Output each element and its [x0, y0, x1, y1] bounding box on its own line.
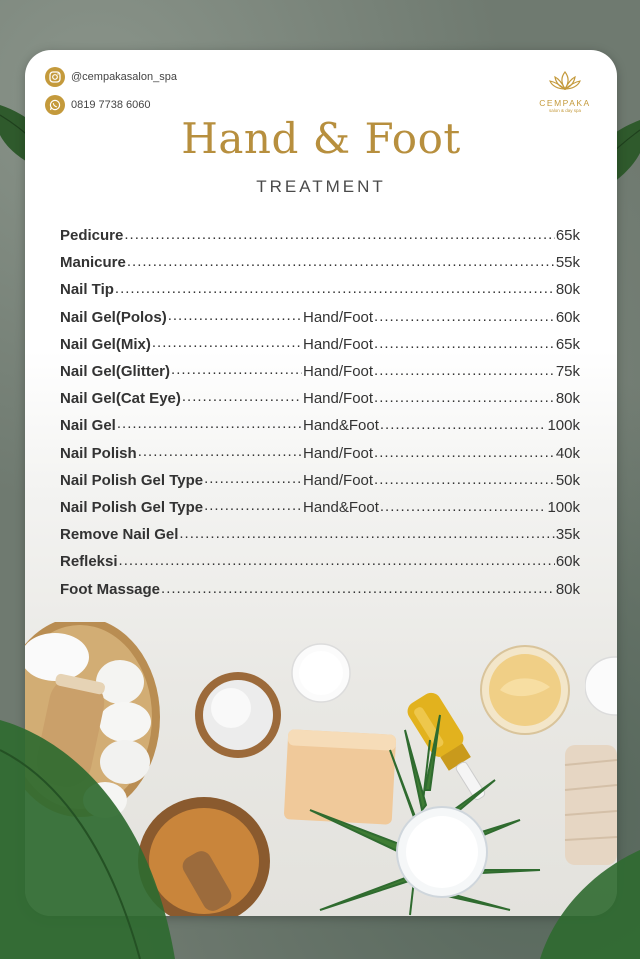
treatment-price: 65k	[555, 227, 580, 245]
treatment-price: 80k	[555, 281, 580, 299]
menu-row-refleksi: Refleksi 60k	[60, 548, 580, 575]
dot-leader	[117, 417, 302, 432]
treatment-price: 75k	[555, 363, 580, 381]
treatment-price: 35k	[555, 526, 580, 544]
page-subtitle: TREATMENT	[256, 177, 386, 196]
menu-row-nail-gel-mix: Nail Gel(Mix) Hand/Foot 65k	[60, 331, 580, 358]
leaf-bottom-right-decoration	[540, 850, 640, 959]
dot-leader	[168, 309, 302, 324]
treatment-type: Hand/Foot	[303, 471, 374, 489]
dot-leader	[119, 554, 555, 569]
menu-row-nail-polish-gel-type-both: Nail Polish Gel Type Hand&Foot 100k	[60, 494, 580, 521]
dot-leader	[115, 282, 555, 297]
treatment-name: Nail Gel(Glitter)	[60, 363, 171, 381]
treatment-type: Hand/Foot	[303, 363, 374, 381]
treatment-type: Hand/Foot	[303, 444, 374, 462]
treatment-price: 60k	[555, 308, 580, 326]
dot-leader	[152, 336, 302, 351]
dot-leader	[374, 310, 555, 325]
menu-row-nail-gel-glitter: Nail Gel(Glitter) Hand/Foot 75k	[60, 358, 580, 385]
dot-leader	[124, 228, 554, 243]
treatment-name: Nail Polish Gel Type	[60, 498, 204, 516]
menu-row-nail-polish-gel-type-single: Nail Polish Gel Type Hand/Foot 50k	[60, 467, 580, 494]
instagram-contact[interactable]: @cempakasalon_spa	[45, 67, 177, 87]
treatment-price: 55k	[555, 254, 580, 272]
dot-leader	[380, 418, 547, 433]
menu-row-remove-nail-gel: Remove Nail Gel 35k	[60, 521, 580, 548]
menu-row-pedicure: Pedicure 65k	[60, 222, 580, 249]
treatment-price: 50k	[555, 471, 580, 489]
treatment-price: 60k	[555, 553, 580, 571]
treatment-name: Nail Tip	[60, 281, 114, 299]
menu-row-nail-polish: Nail Polish Hand/Foot 40k	[60, 440, 580, 467]
treatment-type: Hand/Foot	[303, 390, 374, 408]
treatment-price: 100k	[547, 417, 580, 435]
dot-leader	[127, 255, 555, 270]
brand-name: CEMPAKA	[539, 98, 591, 108]
brand-tagline: salon & day spa	[548, 108, 582, 113]
white-cream-bowl	[396, 806, 488, 898]
menu-row-nail-tip: Nail Tip 80k	[60, 276, 580, 303]
treatment-name: Pedicure	[60, 227, 124, 245]
treatment-type: Hand/Foot	[303, 308, 374, 326]
dot-leader	[204, 472, 302, 487]
instagram-handle: @cempakasalon_spa	[71, 71, 177, 83]
treatment-name: Manicure	[60, 254, 126, 272]
dot-leader	[374, 473, 555, 488]
treatment-name: Nail Polish	[60, 444, 137, 462]
treatment-price: 65k	[555, 335, 580, 353]
brand-logo: CEMPAKA salon & day spa	[533, 70, 597, 113]
dot-leader	[374, 446, 555, 461]
treatment-type: Hand/Foot	[303, 335, 374, 353]
treatment-price: 80k	[555, 580, 580, 598]
dot-leader	[374, 337, 555, 352]
menu-row-manicure: Manicure 55k	[60, 249, 580, 276]
dot-leader	[380, 500, 547, 515]
treatment-price: 40k	[555, 444, 580, 462]
dot-leader	[161, 582, 555, 597]
dot-leader	[171, 363, 302, 378]
dot-leader	[182, 390, 302, 405]
treatment-name: Nail Gel(Cat Eye)	[60, 390, 181, 408]
dot-leader	[138, 445, 302, 460]
treatment-price: 100k	[547, 498, 580, 516]
treatment-name: Nail Gel(Polos)	[60, 308, 167, 326]
tealight-candle	[291, 643, 351, 703]
tealight-candle-right	[585, 656, 617, 716]
menu-row-nail-gel: Nail Gel Hand&Foot 100k	[60, 412, 580, 439]
treatment-price: 80k	[555, 390, 580, 408]
whatsapp-icon	[45, 95, 65, 115]
dot-leader	[374, 364, 555, 379]
treatment-name: Refleksi	[60, 553, 118, 571]
treatment-name: Foot Massage	[60, 580, 161, 598]
menu-row-nail-gel-cat-eye: Nail Gel(Cat Eye) Hand/Foot 80k	[60, 385, 580, 412]
menu-row-nail-gel-polos: Nail Gel(Polos) Hand/Foot 60k	[60, 304, 580, 331]
folded-towel	[564, 745, 617, 865]
instagram-icon	[45, 67, 65, 87]
treatment-type: Hand&Foot	[303, 498, 379, 516]
page-title: Hand & Foot	[181, 114, 461, 163]
treatment-type: Hand&Foot	[303, 417, 379, 435]
menu-row-foot-massage: Foot Massage 80k	[60, 575, 580, 602]
lotus-icon	[549, 71, 581, 91]
treatment-name: Remove Nail Gel	[60, 526, 179, 544]
leaf-bottom-left-decoration	[0, 720, 175, 959]
treatment-name: Nail Polish Gel Type	[60, 471, 204, 489]
dot-leader	[374, 391, 555, 406]
dot-leader	[179, 527, 554, 542]
treatment-name: Nail Gel	[60, 417, 116, 435]
whatsapp-contact[interactable]: 0819 7738 6060	[45, 95, 151, 115]
whatsapp-number: 0819 7738 6060	[71, 99, 151, 111]
dot-leader	[204, 499, 302, 514]
treatment-price-list: Pedicure 65k Manicure 55k Nail Tip 80k N…	[60, 222, 580, 603]
salt-bowl	[195, 672, 281, 758]
treatment-name: Nail Gel(Mix)	[60, 335, 151, 353]
